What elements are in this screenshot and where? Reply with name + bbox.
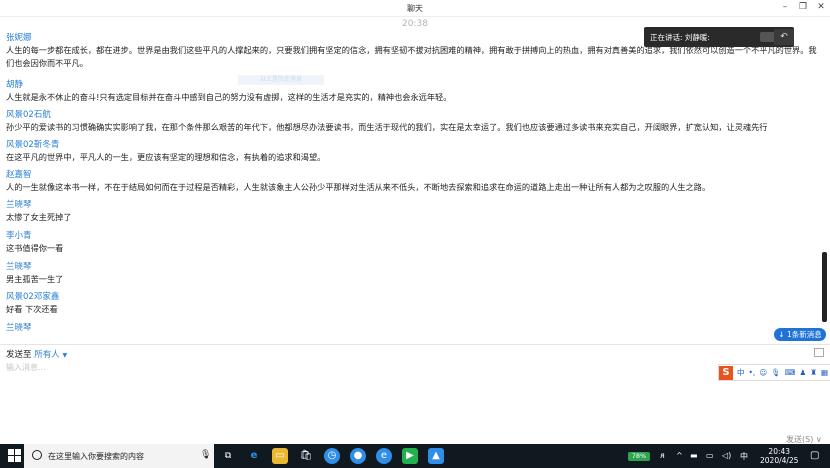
expand-icon[interactable] bbox=[814, 348, 824, 357]
clock-time: 20:43 bbox=[768, 447, 791, 456]
window-title: 聊天 bbox=[407, 4, 423, 13]
list-item: 风景02靳冬青 在这平凡的世界中，平凡人的一生，更应该有坚定的理想和信念，有执着… bbox=[6, 139, 818, 164]
arrow-down-icon: ↓ bbox=[778, 330, 785, 339]
media-player-icon[interactable]: ▶ bbox=[402, 448, 418, 464]
history-divider: 以上是历史消息 bbox=[238, 75, 324, 85]
reply-icon[interactable]: ↶ bbox=[774, 29, 794, 45]
speaker-text: 正在讲话: 刘静暖: bbox=[650, 33, 710, 42]
message-text: 太惨了女主死掉了 bbox=[6, 212, 72, 222]
taskbar: 在这里输入你要搜索的内容 🎙 ⧉ e ▭ 🛍 ◷ ● e ▶ ▲ 78% ᴙ ^… bbox=[0, 444, 830, 468]
list-item: 兰晓琴 太惨了女主死掉了 bbox=[6, 199, 818, 224]
message-text: 这书值得你一看 bbox=[6, 243, 64, 253]
taskbar-search-input[interactable]: 在这里输入你要搜索的内容 bbox=[48, 451, 144, 462]
message-sender[interactable]: 胡静 bbox=[6, 79, 818, 91]
ie-icon[interactable]: e bbox=[376, 448, 392, 464]
system-clock[interactable]: 20:43 2020/4/25 bbox=[760, 447, 798, 465]
send-to-selector[interactable]: 发送至 所有人 ▼ bbox=[6, 348, 67, 360]
tray-app-icon[interactable]: ▬ bbox=[690, 451, 698, 460]
message-sender[interactable]: 兰晓琴 bbox=[6, 261, 818, 273]
send-button-label: 发送(S) bbox=[786, 435, 814, 444]
store-icon[interactable]: 🛍 bbox=[298, 448, 314, 464]
send-to-target[interactable]: 所有人 bbox=[34, 350, 60, 360]
grid-icon[interactable]: ▦ bbox=[821, 368, 828, 377]
message-sender[interactable]: 风景02靳冬青 bbox=[6, 139, 818, 151]
message-text: 人生的每一步都在成长，都在进步。世界是由我们这些平凡的人撑起来的，只要我们拥有坚… bbox=[6, 45, 817, 68]
network-icon[interactable]: ▭ bbox=[706, 451, 714, 460]
title-bar: 聊天 – ❐ ✕ bbox=[0, 0, 830, 17]
chevron-down-icon[interactable]: ∨ bbox=[816, 435, 822, 444]
ime-mode[interactable]: 中 bbox=[737, 367, 745, 378]
new-message-label: 1条新消息 bbox=[786, 330, 822, 339]
message-text: 人的一生就像这本书一样，不在于结局如何而在于过程是否精彩，人生就该象主人公孙少平… bbox=[6, 182, 711, 192]
mic-icon[interactable]: 🎙 bbox=[200, 450, 211, 460]
minimize-icon[interactable]: – bbox=[778, 2, 792, 12]
close-icon[interactable]: ✕ bbox=[814, 2, 828, 12]
windows-start-icon[interactable] bbox=[8, 449, 22, 463]
clock-date: 2020/4/25 bbox=[760, 456, 799, 465]
message-sender[interactable]: 风景02石航 bbox=[6, 109, 818, 121]
list-item: 胡静 人生就是永不休止的奋斗!只有选定目标并在奋斗中感到自己的努力没有虚掷，这样… bbox=[6, 79, 818, 104]
shirt-icon[interactable]: ♜ bbox=[810, 368, 817, 377]
mic-icon[interactable]: 🎙 bbox=[771, 368, 781, 377]
clock-app-icon[interactable]: ◷ bbox=[324, 448, 340, 464]
ime-language-indicator[interactable]: 中 bbox=[740, 451, 748, 462]
cortana-icon bbox=[32, 450, 42, 460]
list-item: 兰晓琴 男主孤苦一生了 bbox=[6, 261, 818, 286]
meeting-app-icon[interactable]: ▲ bbox=[428, 448, 444, 464]
keyboard-icon[interactable]: ⌨ bbox=[785, 368, 796, 377]
task-view-icon[interactable]: ⧉ bbox=[220, 448, 236, 464]
composer-divider bbox=[0, 344, 830, 345]
battery-indicator[interactable]: 78% bbox=[628, 452, 650, 461]
message-sender[interactable]: 赵嘉智 bbox=[6, 169, 818, 181]
speaker-popup: 正在讲话: 刘静暖: bbox=[644, 27, 794, 47]
message-text: 好看 下次还看 bbox=[6, 304, 58, 314]
message-input[interactable]: 输入消息... bbox=[6, 362, 46, 373]
message-sender[interactable]: 兰晓琴 bbox=[6, 322, 818, 334]
message-sender[interactable]: 兰晓琴 bbox=[6, 199, 818, 211]
message-text: 在这平凡的世界中，平凡人的一生，更应该有坚定的理想和信念，有执着的追求和渴望。 bbox=[6, 152, 326, 162]
ime-toolbar[interactable]: S 中 •, ☺ 🎙 ⌨ ♟ ♜ ▦ bbox=[718, 364, 830, 381]
edge-icon[interactable]: e bbox=[246, 448, 262, 464]
chat-app-icon[interactable]: ● bbox=[350, 448, 366, 464]
list-item: 风景02石航 孙少平的爱读书的习惯确确实实影响了我，在那个条件那么艰苦的年代下，… bbox=[6, 109, 818, 134]
chevron-up-icon[interactable]: ^ bbox=[676, 451, 683, 460]
message-text: 男主孤苦一生了 bbox=[6, 274, 64, 284]
list-item: 风景02邓家鑫 好看 下次还看 bbox=[6, 291, 818, 316]
list-item: 赵嘉智 人的一生就像这本书一样，不在于结局如何而在于过程是否精彩，人生就该象主人… bbox=[6, 169, 818, 194]
message-sender[interactable]: 李小青 bbox=[6, 230, 818, 242]
list-item: 兰晓琴 bbox=[6, 322, 818, 334]
sogou-logo-icon[interactable]: S bbox=[719, 365, 733, 380]
person-icon[interactable]: ♟ bbox=[800, 368, 807, 377]
list-item: 李小青 这书值得你一看 bbox=[6, 230, 818, 255]
message-text: 孙少平的爱读书的习惯确确实实影响了我，在那个条件那么艰苦的年代下，他都想尽办法要… bbox=[6, 122, 768, 132]
new-message-badge[interactable]: ↓ 1条新消息 bbox=[774, 328, 826, 341]
restore-icon[interactable]: ❐ bbox=[796, 2, 810, 12]
volume-icon[interactable]: ◁) bbox=[722, 451, 731, 460]
message-list[interactable]: 张妮娜 人生的每一步都在成长，都在进步。世界是由我们这些平凡的人撑起来的，只要我… bbox=[0, 30, 820, 343]
chevron-down-icon: ▼ bbox=[62, 352, 68, 359]
message-text: 人生就是永不休止的奋斗!只有选定目标并在奋斗中感到自己的努力没有虚掷，这样的生活… bbox=[6, 92, 452, 102]
notification-icon[interactable]: ▢ bbox=[810, 450, 819, 461]
send-to-label: 发送至 bbox=[6, 350, 32, 360]
chat-scrollbar[interactable] bbox=[822, 252, 827, 322]
taskbar-search[interactable]: 在这里输入你要搜索的内容 🎙 bbox=[24, 444, 214, 468]
message-sender[interactable]: 风景02邓家鑫 bbox=[6, 291, 818, 303]
user-icon[interactable]: ᴙ bbox=[660, 451, 665, 460]
emoji-icon[interactable]: ☺ bbox=[759, 368, 767, 377]
punctuation-icon[interactable]: •, bbox=[749, 368, 756, 377]
file-explorer-icon[interactable]: ▭ bbox=[272, 448, 288, 464]
